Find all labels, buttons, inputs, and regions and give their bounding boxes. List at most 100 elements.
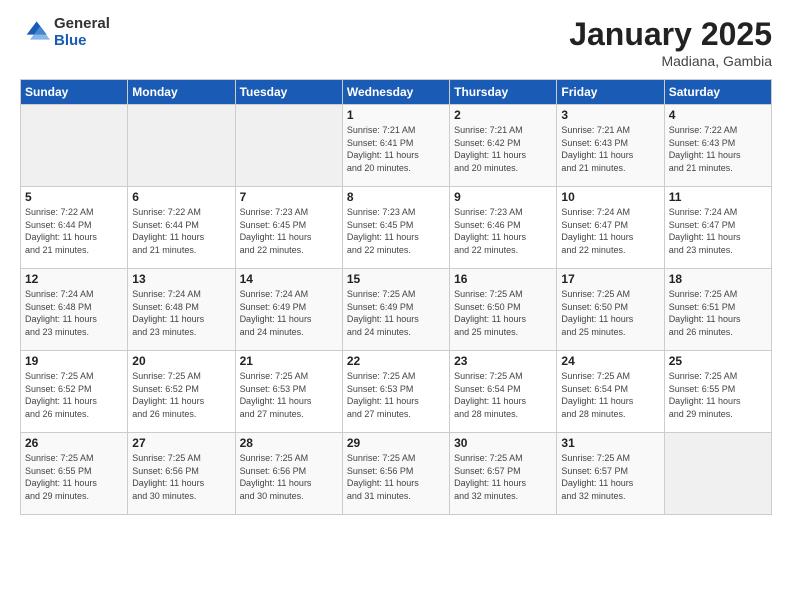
day-number: 14 [240,272,338,286]
table-row: 23 Sunrise: 7:25 AM Sunset: 6:54 PM Dayli… [450,351,557,433]
table-row [235,105,342,187]
day-number: 4 [669,108,767,122]
day-number: 7 [240,190,338,204]
day-info: Sunrise: 7:25 AM Sunset: 6:57 PM Dayligh… [561,452,659,502]
col-sunday: Sunday [21,80,128,105]
day-info: Sunrise: 7:25 AM Sunset: 6:50 PM Dayligh… [454,288,552,338]
table-row: 31 Sunrise: 7:25 AM Sunset: 6:57 PM Dayli… [557,433,664,515]
table-row: 18 Sunrise: 7:25 AM Sunset: 6:51 PM Dayli… [664,269,771,351]
day-info: Sunrise: 7:22 AM Sunset: 6:44 PM Dayligh… [132,206,230,256]
day-info: Sunrise: 7:24 AM Sunset: 6:48 PM Dayligh… [25,288,123,338]
table-row: 4Sunrise: 7:22 AM Sunset: 6:43 PM Daylig… [664,105,771,187]
day-number: 17 [561,272,659,286]
table-row: 16 Sunrise: 7:25 AM Sunset: 6:50 PM Dayli… [450,269,557,351]
day-info: Sunrise: 7:25 AM Sunset: 6:56 PM Dayligh… [240,452,338,502]
logo-text: General Blue [54,16,110,49]
day-number: 31 [561,436,659,450]
day-number: 24 [561,354,659,368]
logo: General Blue [20,16,110,49]
calendar-week-row: 19Sunrise: 7:25 AM Sunset: 6:52 PM Dayli… [21,351,772,433]
day-number: 5 [25,190,123,204]
day-number: 28 [240,436,338,450]
day-number: 6 [132,190,230,204]
table-row: 2 Sunrise: 7:21 AM Sunset: 6:42 PM Daylig… [450,105,557,187]
day-number: 18 [669,272,767,286]
col-monday: Monday [128,80,235,105]
calendar-header-row: Sunday Monday Tuesday Wednesday Thursday… [21,80,772,105]
table-row: 30 Sunrise: 7:25 AM Sunset: 6:57 PM Dayli… [450,433,557,515]
title-block: January 2025 Madiana, Gambia [569,16,772,69]
table-row: 15Sunrise: 7:25 AM Sunset: 6:49 PM Dayli… [342,269,449,351]
day-info: Sunrise: 7:25 AM Sunset: 6:54 PM Dayligh… [561,370,659,420]
day-number: 27 [132,436,230,450]
day-number: 11 [669,190,767,204]
col-wednesday: Wednesday [342,80,449,105]
day-info: Sunrise: 7:21 AM Sunset: 6:41 PM Dayligh… [347,124,445,174]
table-row: 10 Sunrise: 7:24 AM Sunset: 6:47 PM Dayli… [557,187,664,269]
day-info: Sunrise: 7:24 AM Sunset: 6:47 PM Dayligh… [561,206,659,256]
day-number: 16 [454,272,552,286]
logo-general-text: General [54,16,110,33]
table-row: 12 Sunrise: 7:24 AM Sunset: 6:48 PM Dayli… [21,269,128,351]
day-info: Sunrise: 7:25 AM Sunset: 6:55 PM Dayligh… [669,370,767,420]
table-row: 11 Sunrise: 7:24 AM Sunset: 6:47 PM Dayli… [664,187,771,269]
header: General Blue January 2025 Madiana, Gambi… [20,16,772,69]
day-info: Sunrise: 7:21 AM Sunset: 6:43 PM Dayligh… [561,124,659,174]
table-row [21,105,128,187]
calendar-week-row: 12 Sunrise: 7:24 AM Sunset: 6:48 PM Dayli… [21,269,772,351]
table-row: 3 Sunrise: 7:21 AM Sunset: 6:43 PM Daylig… [557,105,664,187]
table-row: 5Sunrise: 7:22 AM Sunset: 6:44 PM Daylig… [21,187,128,269]
day-info: Sunrise: 7:25 AM Sunset: 6:50 PM Dayligh… [561,288,659,338]
table-row: 25 Sunrise: 7:25 AM Sunset: 6:55 PM Dayli… [664,351,771,433]
day-number: 23 [454,354,552,368]
day-number: 22 [347,354,445,368]
table-row: 21 Sunrise: 7:25 AM Sunset: 6:53 PM Dayli… [235,351,342,433]
day-info: Sunrise: 7:24 AM Sunset: 6:47 PM Dayligh… [669,206,767,256]
day-number: 21 [240,354,338,368]
day-number: 25 [669,354,767,368]
table-row [128,105,235,187]
day-info: Sunrise: 7:23 AM Sunset: 6:45 PM Dayligh… [240,206,338,256]
day-info: Sunrise: 7:25 AM Sunset: 6:52 PM Dayligh… [25,370,123,420]
table-row: 7 Sunrise: 7:23 AM Sunset: 6:45 PM Daylig… [235,187,342,269]
title-location: Madiana, Gambia [569,53,772,69]
day-info: Sunrise: 7:24 AM Sunset: 6:48 PM Dayligh… [132,288,230,338]
day-number: 9 [454,190,552,204]
day-info: Sunrise: 7:25 AM Sunset: 6:54 PM Dayligh… [454,370,552,420]
day-info: Sunrise: 7:25 AM Sunset: 6:53 PM Dayligh… [347,370,445,420]
table-row: 14Sunrise: 7:24 AM Sunset: 6:49 PM Dayli… [235,269,342,351]
table-row: 9Sunrise: 7:23 AM Sunset: 6:46 PM Daylig… [450,187,557,269]
table-row: 17 Sunrise: 7:25 AM Sunset: 6:50 PM Dayli… [557,269,664,351]
day-number: 12 [25,272,123,286]
table-row: 27 Sunrise: 7:25 AM Sunset: 6:56 PM Dayli… [128,433,235,515]
col-saturday: Saturday [664,80,771,105]
table-row: 26 Sunrise: 7:25 AM Sunset: 6:55 PM Dayli… [21,433,128,515]
day-info: Sunrise: 7:25 AM Sunset: 6:56 PM Dayligh… [132,452,230,502]
day-number: 29 [347,436,445,450]
title-month: January 2025 [569,16,772,53]
logo-icon [20,18,50,48]
day-info: Sunrise: 7:25 AM Sunset: 6:49 PM Dayligh… [347,288,445,338]
page: General Blue January 2025 Madiana, Gambi… [0,0,792,612]
day-number: 30 [454,436,552,450]
table-row: 29 Sunrise: 7:25 AM Sunset: 6:56 PM Dayli… [342,433,449,515]
logo-blue-text: Blue [54,33,110,50]
calendar: Sunday Monday Tuesday Wednesday Thursday… [20,79,772,515]
day-info: Sunrise: 7:25 AM Sunset: 6:51 PM Dayligh… [669,288,767,338]
table-row: 22 Sunrise: 7:25 AM Sunset: 6:53 PM Dayli… [342,351,449,433]
table-row: 24 Sunrise: 7:25 AM Sunset: 6:54 PM Dayli… [557,351,664,433]
day-info: Sunrise: 7:21 AM Sunset: 6:42 PM Dayligh… [454,124,552,174]
day-number: 2 [454,108,552,122]
day-info: Sunrise: 7:25 AM Sunset: 6:57 PM Dayligh… [454,452,552,502]
table-row: 19Sunrise: 7:25 AM Sunset: 6:52 PM Dayli… [21,351,128,433]
day-info: Sunrise: 7:23 AM Sunset: 6:45 PM Dayligh… [347,206,445,256]
calendar-week-row: 5 Sunrise: 7:22 AM Sunset: 6:44 PM Daylig… [21,187,772,269]
day-info: Sunrise: 7:25 AM Sunset: 6:55 PM Dayligh… [25,452,123,502]
day-info: Sunrise: 7:25 AM Sunset: 6:53 PM Dayligh… [240,370,338,420]
table-row: 13Sunrise: 7:24 AM Sunset: 6:48 PM Dayli… [128,269,235,351]
day-number: 26 [25,436,123,450]
day-number: 10 [561,190,659,204]
day-info: Sunrise: 7:25 AM Sunset: 6:56 PM Dayligh… [347,452,445,502]
day-number: 3 [561,108,659,122]
table-row: 28 Sunrise: 7:25 AM Sunset: 6:56 PM Dayli… [235,433,342,515]
